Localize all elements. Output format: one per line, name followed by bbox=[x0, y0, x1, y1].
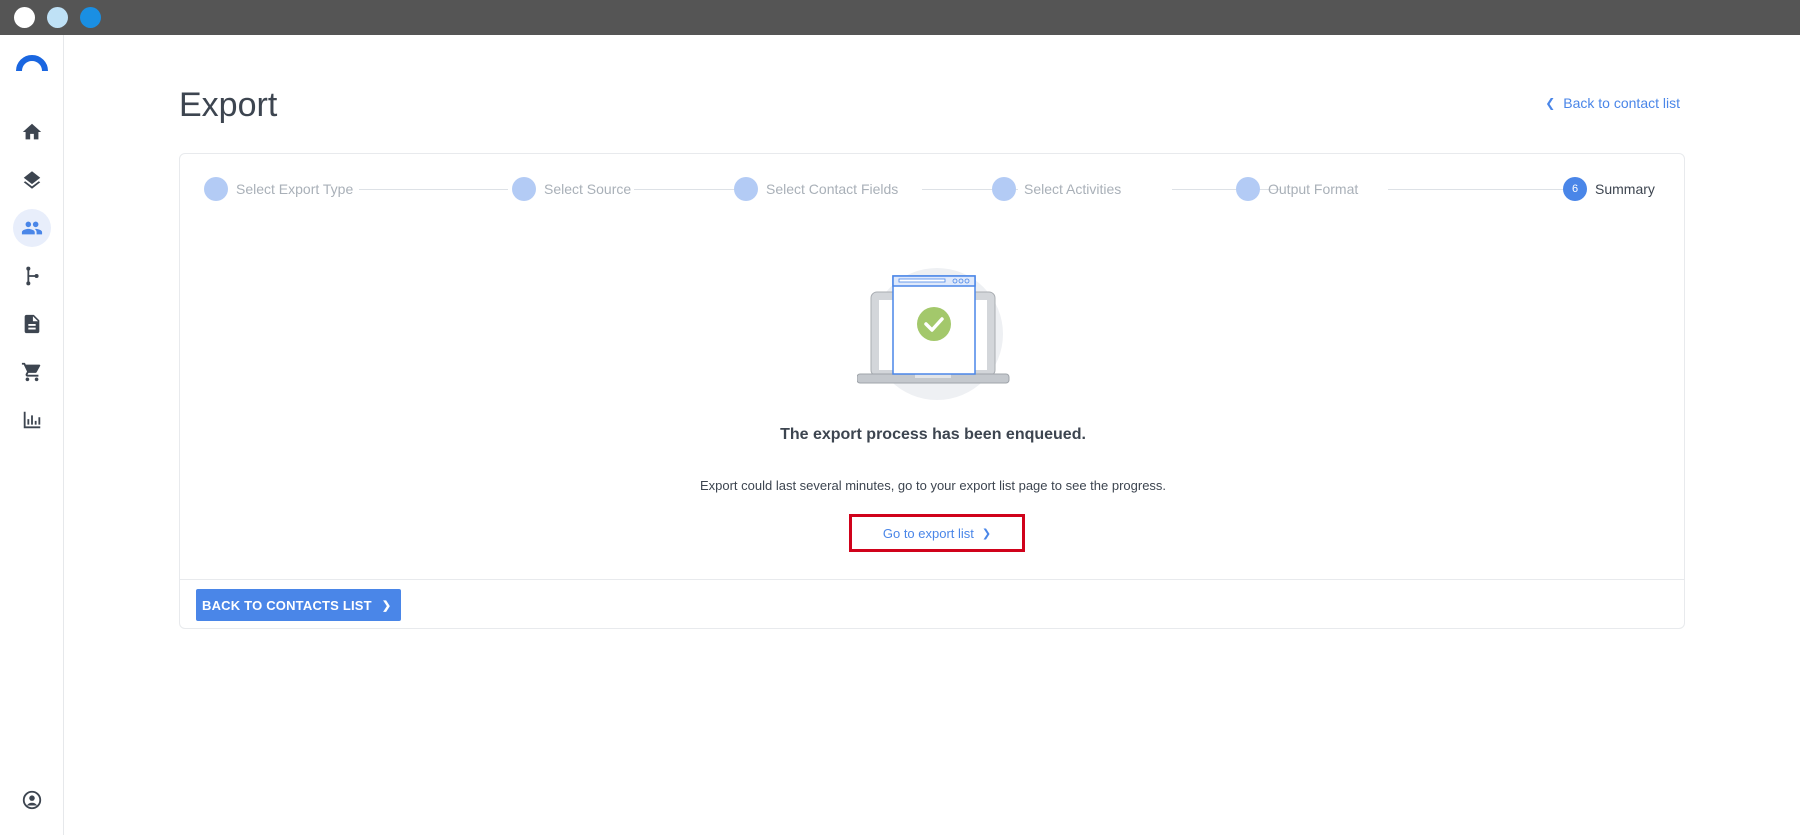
step-indicator bbox=[204, 177, 228, 201]
step-label: Summary bbox=[1595, 181, 1655, 197]
go-to-export-list-label: Go to export list bbox=[882, 525, 974, 541]
step-output-format[interactable]: Output Format bbox=[1236, 177, 1358, 201]
step-indicator bbox=[734, 177, 758, 201]
sidebar-item-layers[interactable] bbox=[13, 161, 51, 199]
step-label: Output Format bbox=[1268, 181, 1359, 197]
export-success-illustration bbox=[857, 268, 1010, 400]
step-indicator: 6 bbox=[1563, 177, 1587, 201]
account-icon bbox=[22, 790, 42, 810]
sidebar-item-account[interactable] bbox=[13, 781, 51, 819]
layers-icon bbox=[23, 171, 41, 189]
step-select-source[interactable]: Select Source bbox=[512, 177, 631, 201]
step-select-activities[interactable]: Select Activities bbox=[992, 177, 1121, 201]
back-to-contacts-list-button[interactable]: BACK TO CONTACTS LIST ❯ bbox=[196, 589, 402, 621]
sidebar-item-documents[interactable] bbox=[13, 305, 51, 343]
export-stepper: Select Export Type Select Source Select … bbox=[204, 177, 1656, 203]
step-summary[interactable]: 6 Summary bbox=[1563, 177, 1655, 201]
chevron-right-icon: ❯ bbox=[981, 527, 992, 540]
step-connector bbox=[1388, 189, 1578, 190]
page-title: Export bbox=[179, 86, 278, 124]
window-titlebar bbox=[0, 0, 1800, 35]
home-icon bbox=[22, 123, 42, 140]
chevron-left-icon: ❮ bbox=[1545, 96, 1556, 110]
step-label: Select Contact Fields bbox=[766, 181, 899, 197]
card-footer: BACK TO CONTACTS LIST ❯ bbox=[180, 579, 1684, 629]
brand-logo-icon[interactable] bbox=[16, 53, 48, 73]
success-check-icon bbox=[917, 307, 951, 341]
sidebar-item-shop[interactable] bbox=[13, 353, 51, 391]
step-indicator bbox=[512, 177, 536, 201]
step-connector bbox=[359, 189, 508, 190]
step-indicator bbox=[992, 177, 1016, 201]
go-to-export-list-link[interactable]: Go to export list ❯ bbox=[849, 514, 1025, 552]
step-label: Select Activities bbox=[1024, 181, 1122, 197]
step-label: Select Export Type bbox=[236, 181, 354, 197]
window-close-button[interactable] bbox=[14, 7, 35, 28]
chevron-right-icon: ❯ bbox=[381, 599, 392, 612]
step-select-export-type[interactable]: Select Export Type bbox=[204, 177, 353, 201]
back-to-contacts-list-label: BACK TO CONTACTS LIST bbox=[202, 597, 372, 613]
step-select-contact-fields[interactable]: Select Contact Fields bbox=[734, 177, 898, 201]
chart-icon bbox=[23, 411, 41, 429]
cart-icon bbox=[21, 362, 41, 382]
export-card: Select Export Type Select Source Select … bbox=[179, 153, 1685, 629]
summary-description: Export could last several minutes, go to… bbox=[699, 478, 1167, 493]
workflow-icon bbox=[26, 266, 39, 286]
sidebar-item-workflows[interactable] bbox=[13, 257, 51, 295]
back-to-contact-list-link[interactable]: ❮ Back to contact list bbox=[1545, 95, 1680, 111]
sidebar-item-reports[interactable] bbox=[13, 401, 51, 439]
step-connector bbox=[634, 189, 737, 190]
summary-title: The export process has been enqueued. bbox=[780, 426, 1086, 443]
contacts-icon bbox=[21, 221, 43, 235]
window-maximize-button[interactable] bbox=[80, 7, 101, 28]
window-minimize-button[interactable] bbox=[47, 7, 68, 28]
sidebar bbox=[0, 35, 64, 835]
document-icon bbox=[24, 314, 40, 334]
step-indicator bbox=[1236, 177, 1260, 201]
back-link-label: Back to contact list bbox=[1563, 95, 1680, 111]
step-label: Select Source bbox=[544, 181, 632, 197]
sidebar-item-home[interactable] bbox=[13, 113, 51, 151]
sidebar-item-contacts[interactable] bbox=[13, 209, 51, 247]
